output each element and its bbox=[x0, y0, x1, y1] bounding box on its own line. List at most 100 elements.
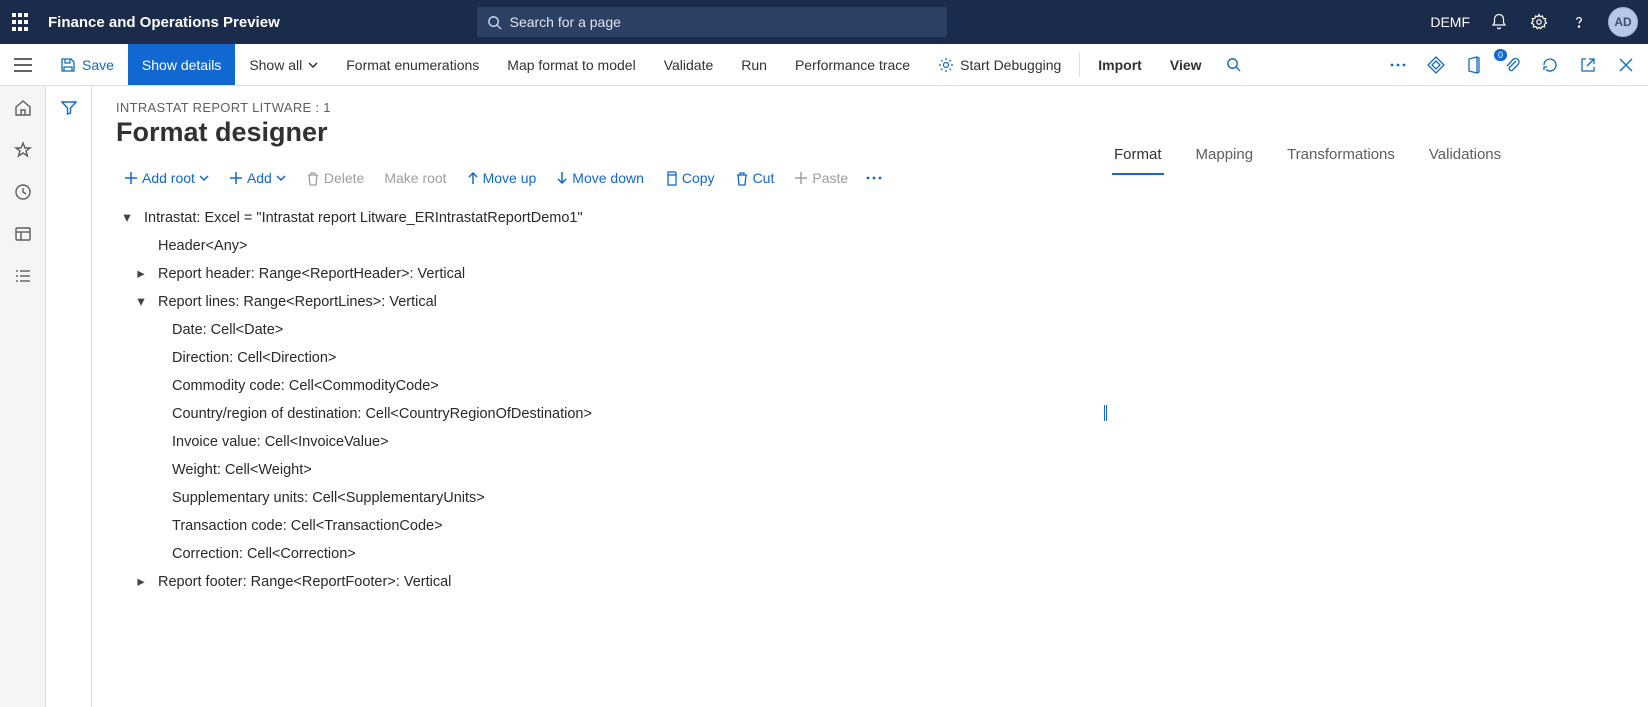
cut-label: Cut bbox=[753, 170, 775, 186]
diamond-icon[interactable] bbox=[1424, 53, 1448, 77]
tree-node-supplementary-units[interactable]: ▸Supplementary units: Cell<Supplementary… bbox=[116, 484, 1064, 512]
start-debugging-button[interactable]: Start Debugging bbox=[924, 44, 1075, 85]
tree-node-report-header[interactable]: ▸ Report header: Range<ReportHeader>: Ve… bbox=[116, 260, 1064, 288]
validate-button[interactable]: Validate bbox=[650, 44, 728, 85]
page-title: Format designer bbox=[116, 117, 1064, 148]
plus-icon bbox=[124, 171, 138, 185]
run-button[interactable]: Run bbox=[727, 44, 781, 85]
tree-node-commodity-code[interactable]: ▸Commodity code: Cell<CommodityCode> bbox=[116, 372, 1064, 400]
favorites-icon[interactable] bbox=[11, 138, 35, 162]
save-label: Save bbox=[82, 57, 114, 73]
show-all-button[interactable]: Show all bbox=[235, 44, 332, 85]
popout-button[interactable] bbox=[1576, 53, 1600, 77]
tree-node-weight[interactable]: ▸Weight: Cell<Weight> bbox=[116, 456, 1064, 484]
splitter-handle[interactable] bbox=[1104, 405, 1624, 421]
move-up-button[interactable]: Move up bbox=[459, 166, 545, 190]
save-button[interactable]: Save bbox=[46, 44, 128, 85]
tab-transformations[interactable]: Transformations bbox=[1285, 140, 1397, 175]
user-avatar[interactable]: AD bbox=[1608, 7, 1638, 37]
view-button[interactable]: View bbox=[1156, 44, 1216, 85]
save-icon bbox=[60, 57, 76, 73]
add-button[interactable]: Add bbox=[221, 166, 294, 190]
search-command-button[interactable] bbox=[1216, 44, 1251, 85]
tree-node-header[interactable]: ▸ Header<Any> bbox=[116, 232, 1064, 260]
tree-node-label: Report lines: Range<ReportLines>: Vertic… bbox=[158, 294, 437, 310]
tree-node-invoice-value[interactable]: ▸Invoice value: Cell<InvoiceValue> bbox=[116, 428, 1064, 456]
copy-label: Copy bbox=[682, 170, 715, 186]
tree-node-correction[interactable]: ▸Correction: Cell<Correction> bbox=[116, 540, 1064, 568]
chevron-down-icon bbox=[199, 175, 209, 181]
filter-icon[interactable] bbox=[57, 96, 81, 120]
format-enumerations-button[interactable]: Format enumerations bbox=[332, 44, 493, 85]
plus-icon bbox=[794, 171, 808, 185]
move-down-button[interactable]: Move down bbox=[548, 166, 652, 190]
modules-icon[interactable] bbox=[11, 264, 35, 288]
home-icon[interactable] bbox=[11, 96, 35, 120]
app-topbar: Finance and Operations Preview Search fo… bbox=[0, 0, 1648, 44]
tree-node-label: Country/region of destination: Cell<Coun… bbox=[172, 406, 592, 422]
plus-icon bbox=[229, 171, 243, 185]
search-icon bbox=[487, 15, 502, 30]
toolbar-overflow-button[interactable] bbox=[860, 172, 888, 184]
add-root-label: Add root bbox=[142, 170, 195, 186]
company-label[interactable]: DEMF bbox=[1430, 14, 1470, 30]
app-launcher-icon[interactable] bbox=[10, 12, 30, 32]
command-bar: Save Show details Show all Format enumer… bbox=[46, 44, 1648, 85]
notifications-icon[interactable] bbox=[1488, 11, 1510, 33]
tree-node-report-footer[interactable]: ▸ Report footer: Range<ReportFooter>: Ve… bbox=[116, 568, 1064, 596]
caret-down-icon[interactable]: ▾ bbox=[134, 294, 148, 310]
tree-node-date[interactable]: ▸Date: Cell<Date> bbox=[116, 316, 1064, 344]
map-format-to-model-button[interactable]: Map format to model bbox=[493, 44, 649, 85]
tab-format[interactable]: Format bbox=[1112, 140, 1164, 175]
help-icon[interactable] bbox=[1568, 11, 1590, 33]
caret-right-icon[interactable]: ▸ bbox=[134, 574, 148, 590]
refresh-button[interactable] bbox=[1538, 53, 1562, 77]
copy-icon bbox=[664, 171, 678, 186]
workspaces-icon[interactable] bbox=[11, 222, 35, 246]
settings-icon[interactable] bbox=[1528, 11, 1550, 33]
import-label: Import bbox=[1098, 57, 1142, 73]
performance-trace-button[interactable]: Performance trace bbox=[781, 44, 924, 85]
close-button[interactable] bbox=[1614, 53, 1638, 77]
refresh-icon bbox=[1541, 56, 1559, 74]
tree-node-country-region[interactable]: ▸Country/region of destination: Cell<Cou… bbox=[116, 400, 1064, 428]
trash-icon bbox=[735, 171, 749, 186]
tree-node-label: Weight: Cell<Weight> bbox=[172, 462, 312, 478]
add-label: Add bbox=[247, 170, 272, 186]
chevron-down-icon bbox=[276, 175, 286, 181]
tab-mapping[interactable]: Mapping bbox=[1194, 140, 1256, 175]
show-details-button[interactable]: Show details bbox=[128, 44, 235, 85]
tab-validations[interactable]: Validations bbox=[1427, 140, 1503, 175]
tree-node-label: Direction: Cell<Direction> bbox=[172, 350, 336, 366]
paste-label: Paste bbox=[812, 170, 848, 186]
tree-node-transaction-code[interactable]: ▸Transaction code: Cell<TransactionCode> bbox=[116, 512, 1064, 540]
copy-button[interactable]: Copy bbox=[656, 166, 723, 190]
caret-down-icon[interactable]: ▾ bbox=[120, 210, 134, 226]
properties-panel: Format Mapping Transformations Validatio… bbox=[1088, 86, 1648, 707]
tree-node-label: Transaction code: Cell<TransactionCode> bbox=[172, 518, 443, 534]
import-button[interactable]: Import bbox=[1084, 44, 1156, 85]
tree-node-label: Correction: Cell<Correction> bbox=[172, 546, 356, 562]
paperclip-icon bbox=[1504, 56, 1520, 74]
office-icon[interactable] bbox=[1462, 53, 1486, 77]
attachments-button[interactable]: 0 bbox=[1500, 53, 1524, 77]
global-search[interactable]: Search for a page bbox=[477, 7, 947, 37]
tree-node-label: Intrastat: Excel = "Intrastat report Lit… bbox=[144, 210, 583, 226]
nav-toggle-button[interactable] bbox=[0, 44, 46, 85]
caret-right-icon[interactable]: ▸ bbox=[134, 266, 148, 282]
breadcrumb: INTRASTAT REPORT LITWARE : 1 bbox=[116, 100, 1064, 115]
app-body: INTRASTAT REPORT LITWARE : 1 Format desi… bbox=[0, 86, 1648, 707]
cut-button[interactable]: Cut bbox=[727, 166, 783, 190]
close-icon bbox=[1619, 58, 1633, 72]
tree-node-report-lines[interactable]: ▾ Report lines: Range<ReportLines>: Vert… bbox=[116, 288, 1064, 316]
tree-node-root[interactable]: ▾ Intrastat: Excel = "Intrastat report L… bbox=[116, 204, 1064, 232]
overflow-button[interactable] bbox=[1386, 53, 1410, 77]
delete-label: Delete bbox=[324, 170, 364, 186]
recent-icon[interactable] bbox=[11, 180, 35, 204]
add-root-button[interactable]: Add root bbox=[116, 166, 217, 190]
start-debugging-label: Start Debugging bbox=[960, 57, 1061, 73]
arrow-down-icon bbox=[556, 171, 568, 185]
show-all-label: Show all bbox=[249, 57, 302, 73]
performance-trace-label: Performance trace bbox=[795, 57, 910, 73]
tree-node-direction[interactable]: ▸Direction: Cell<Direction> bbox=[116, 344, 1064, 372]
